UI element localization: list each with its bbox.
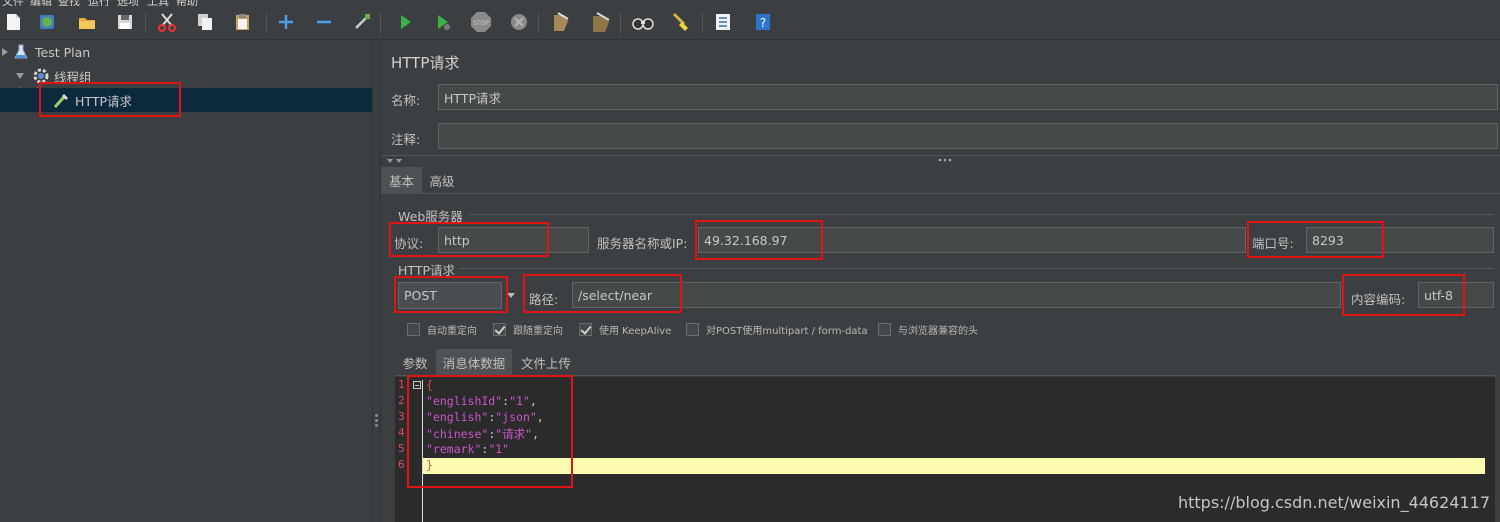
svg-text:STOP: STOP (473, 20, 489, 27)
checkbox-box[interactable] (686, 323, 699, 336)
tree-item-label: Test Plan (35, 44, 91, 60)
tab-body-data[interactable]: 消息体数据 (436, 349, 512, 376)
checkbox-box[interactable] (878, 323, 891, 336)
reset-search-icon[interactable] (668, 9, 694, 35)
test-plan-tree: Test Plan 线程组 HTTP请求 (0, 40, 372, 522)
search-icon[interactable] (630, 9, 656, 35)
tree-item-test-plan[interactable]: Test Plan (0, 40, 372, 64)
new-icon[interactable] (0, 9, 26, 35)
comment-label: 注释: (391, 132, 421, 147)
copy-icon[interactable] (192, 9, 218, 35)
checkbox-box[interactable] (493, 323, 506, 336)
annotation-box-tree (39, 82, 181, 117)
panel-splitter[interactable] (372, 40, 381, 522)
templates-icon[interactable] (34, 9, 60, 35)
watermark: https://blog.csdn.net/weixin_44624117 (1177, 493, 1490, 512)
checkbox-box[interactable] (407, 323, 420, 336)
name-label: 名称: (391, 93, 421, 108)
divider-arrows-icon[interactable] (386, 158, 406, 164)
flask-icon (14, 44, 28, 63)
annotation-box-encoding (1342, 274, 1465, 316)
save-icon[interactable] (112, 9, 138, 35)
tab-file-upload[interactable]: 文件上传 (516, 349, 576, 376)
checkbox-follow-redirect[interactable]: 跟随重定向 (493, 322, 563, 337)
checkbox-keepalive[interactable]: 使用 KeepAlive (579, 322, 671, 337)
annotation-box-server (695, 220, 823, 260)
expand-icon[interactable] (273, 9, 299, 35)
current-line-highlight (423, 458, 1485, 474)
clear-all-icon[interactable] (588, 9, 614, 35)
tab-basic[interactable]: 基本 (381, 167, 422, 194)
checkbox-label: 使用 KeepAlive (599, 326, 672, 337)
clear-icon[interactable] (548, 9, 574, 35)
tab-advanced[interactable]: 高级 (424, 167, 460, 194)
page-title: HTTP请求 (391, 54, 460, 72)
open-icon[interactable] (74, 9, 100, 35)
start-icon[interactable] (392, 9, 418, 35)
collapse-icon[interactable] (311, 9, 337, 35)
path-field[interactable]: /select/near (572, 282, 1341, 308)
checkbox-label: 对POST使用multipart / form-data (706, 326, 868, 337)
checkbox-multipart[interactable]: 对POST使用multipart / form-data (686, 322, 868, 337)
stop-icon[interactable]: STOP (468, 9, 494, 35)
checkbox-label: 与浏览器兼容的头 (898, 326, 978, 337)
shutdown-icon[interactable] (506, 9, 532, 35)
toolbar: STOP ? (0, 6, 1500, 40)
annotation-box-body (407, 375, 573, 488)
checkbox-label: 跟随重定向 (513, 326, 563, 337)
paste-icon[interactable] (230, 9, 256, 35)
cut-icon[interactable] (154, 9, 180, 35)
checkbox-browser-headers[interactable]: 与浏览器兼容的头 (878, 322, 978, 337)
start-no-pause-icon[interactable] (430, 9, 456, 35)
collapse-divider[interactable] (381, 155, 1500, 165)
svg-text:?: ? (760, 16, 766, 30)
annotation-box-port (1247, 221, 1384, 258)
tab-parameters[interactable]: 参数 (397, 349, 433, 376)
divider-grip-icon[interactable] (938, 158, 952, 162)
name-field[interactable]: HTTP请求 (438, 84, 1498, 110)
help-icon[interactable]: ? (750, 9, 776, 35)
annotation-box-path (523, 274, 682, 313)
annotation-box-protocol (389, 222, 549, 257)
checkbox-box[interactable] (579, 323, 592, 336)
comment-field[interactable] (438, 123, 1498, 149)
checkbox-label: 自动重定向 (427, 326, 477, 337)
function-helper-icon[interactable] (710, 9, 736, 35)
checkbox-auto-redirect[interactable]: 自动重定向 (407, 322, 477, 337)
server-label: 服务器名称或IP: (597, 236, 688, 251)
annotation-box-method (394, 276, 508, 313)
toggle-icon[interactable] (349, 9, 375, 35)
